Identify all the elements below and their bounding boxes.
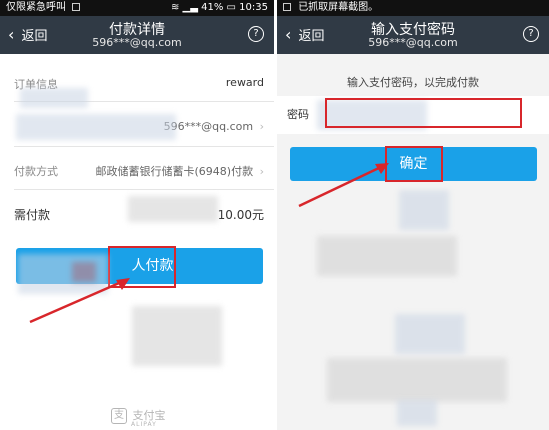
blur-mask — [399, 190, 449, 230]
account-email: 596***@qq.com — [92, 36, 182, 49]
divider — [14, 189, 274, 190]
help-icon[interactable]: ? — [248, 26, 264, 42]
password-entry-screen: 已抓取屏幕截图。 ‹ 返回 输入支付密码 596***@qq.com ? 输入支… — [277, 0, 549, 430]
blur-mask — [327, 358, 507, 402]
password-hint: 输入支付密码，以完成付款 — [347, 76, 479, 89]
highlight-box — [325, 98, 522, 128]
nav-bar: ‹ 返回 付款详情 596***@qq.com ? — [0, 16, 274, 54]
chevron-right-icon: › — [259, 165, 264, 178]
status-bar: 仅限紧急呼叫 ≋ ▁▃ 41% ▭ 10:35 — [0, 0, 274, 16]
status-bar: 已抓取屏幕截图。 — [277, 0, 549, 16]
account-value: 596***@qq.com — [163, 120, 254, 133]
payment-method-label: 付款方式 — [14, 165, 58, 178]
blur-mask — [395, 314, 465, 354]
blur-mask — [397, 400, 437, 426]
alipay-logo-icon: 支 — [111, 408, 127, 424]
screenshot-icon — [283, 3, 291, 11]
payment-details-screen: 仅限紧急呼叫 ≋ ▁▃ 41% ▭ 10:35 ‹ 返回 付款详情 596***… — [0, 0, 274, 430]
notification-icon — [72, 3, 80, 11]
order-info-value: reward — [225, 76, 264, 89]
amount-due-value: 10.00元 — [217, 208, 264, 222]
alipay-logo: 支 支付宝 ALIPAY — [111, 407, 166, 428]
arrow-annotation — [29, 278, 130, 324]
blur-mask — [20, 88, 88, 108]
clock: 10:35 — [239, 2, 268, 13]
account-email: 596***@qq.com — [368, 36, 458, 49]
carrier-text: 仅限紧急呼叫 — [6, 2, 66, 13]
wifi-icon: ≋ — [170, 2, 180, 13]
screenshot-notice: 已抓取屏幕截图。 — [298, 2, 379, 13]
amount-due-label: 需付款 — [14, 208, 51, 222]
chevron-right-icon: › — [259, 120, 264, 133]
battery-icon: ▭ — [226, 2, 236, 13]
password-label: 密码 — [287, 108, 309, 121]
help-icon[interactable]: ? — [523, 26, 539, 42]
divider — [14, 146, 274, 147]
blur-mask — [128, 196, 218, 222]
nav-bar: ‹ 返回 输入支付密码 596***@qq.com ? — [277, 16, 549, 54]
payment-method-value: 邮政储蓄银行储蓄卡(6948)付款 — [95, 165, 254, 178]
signal-icon: ▁▃ — [182, 2, 198, 13]
arrow-annotation — [298, 163, 389, 208]
blur-mask — [16, 114, 176, 140]
blur-mask — [317, 236, 457, 276]
alipay-en: ALIPAY — [131, 421, 157, 428]
battery-percent: 41% — [201, 2, 224, 13]
blur-mask — [132, 306, 222, 366]
